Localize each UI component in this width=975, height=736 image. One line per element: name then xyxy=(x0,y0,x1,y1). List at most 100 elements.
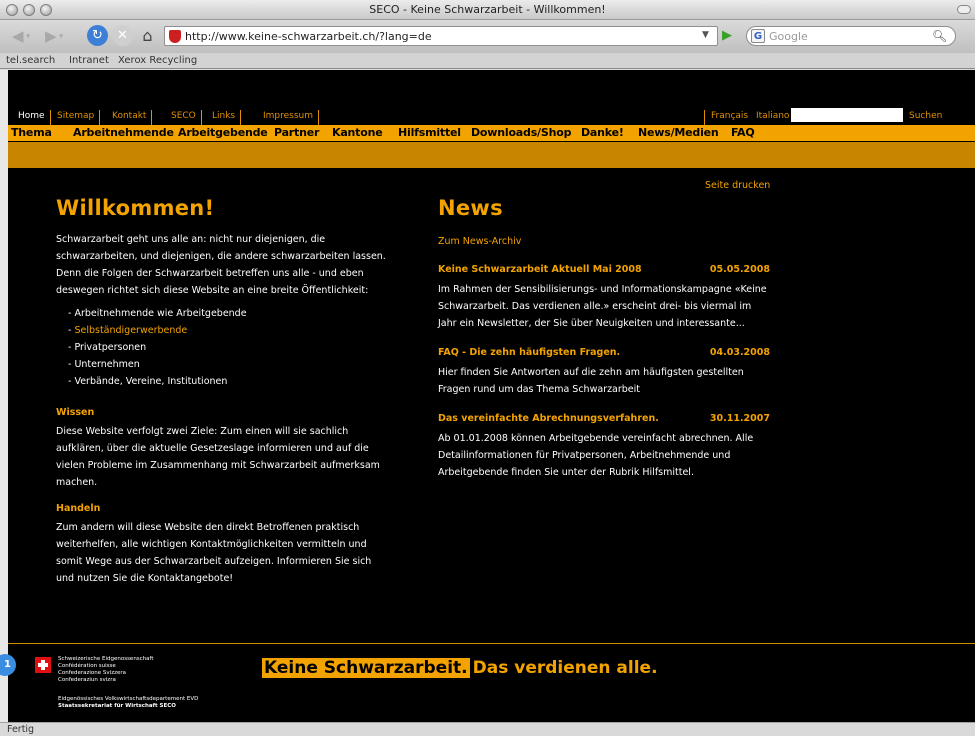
handeln-line: somit Wege aus der Schwarzarbeit aufzeig… xyxy=(56,556,372,567)
list-item[interactable]: Selbständigerwerbende xyxy=(68,322,247,339)
toolbar-toggle-button[interactable] xyxy=(957,5,971,14)
intro-line: Denn die Folgen der Schwarzarbeit betref… xyxy=(56,268,364,279)
language-french-link[interactable]: Français xyxy=(704,110,748,126)
print-page-link[interactable]: Seite drucken xyxy=(705,180,770,191)
department-name: Eidgenössisches Volkswirtschaftsdepartem… xyxy=(58,696,199,702)
browser-window: SECO - Keine Schwarzarbeit - Willkommen!… xyxy=(0,0,975,736)
list-item-label: Privatpersonen xyxy=(74,342,147,353)
nav-danke[interactable]: Danke! xyxy=(581,126,624,139)
handeln-line: Zum andern will diese Website den direkt… xyxy=(56,522,360,533)
news-archive-link[interactable]: Zum News-Archiv xyxy=(438,236,521,247)
list-item-label: Unternehmen xyxy=(74,359,140,370)
bookmark-tel-search[interactable]: tel.search xyxy=(6,55,55,66)
news-line: Im Rahmen der Sensibilisierungs- und Inf… xyxy=(438,284,767,295)
news-line: Jahr ein Newsletter, der Sie über Neuigk… xyxy=(438,318,745,329)
site-search-input[interactable] xyxy=(791,108,903,122)
nav-arbeitnehmende[interactable]: Arbeitnehmende xyxy=(73,126,174,139)
confederation-line: Confederaziun svizra xyxy=(58,677,116,683)
campaign-slogan: Keine Schwarzarbeit. Das verdienen alle. xyxy=(262,658,658,678)
topnav-seco[interactable]: SECO xyxy=(166,110,202,126)
news-line: Detailinformationen für Privatpersonen, … xyxy=(438,450,731,461)
home-icon: ⌂ xyxy=(142,26,153,45)
search-icon[interactable]: 🔍︎ xyxy=(932,29,947,43)
confederation-line: Confédération suisse xyxy=(58,663,116,669)
wissen-line: vielen Probleme im Zusammenhang mit Schw… xyxy=(56,460,380,471)
nav-downloads-shop[interactable]: Downloads/Shop xyxy=(471,126,571,139)
handeln-line: weiterhelfen, alle wichtigen Kontaktmögl… xyxy=(56,539,367,550)
news-item-header[interactable]: Das vereinfachte Abrechnungsverfahren. 3… xyxy=(438,413,770,430)
wissen-text: Diese Website verfolgt zwei Ziele: Zum e… xyxy=(56,423,406,491)
site-search-button[interactable]: Suchen xyxy=(909,110,942,122)
search-placeholder: Google xyxy=(769,30,808,43)
history-dropdown-icon[interactable]: ▼ xyxy=(702,30,709,40)
wissen-line: machen. xyxy=(56,477,98,488)
nav-hilfsmittel[interactable]: Hilfsmittel xyxy=(398,126,461,139)
list-item[interactable]: Unternehmen xyxy=(68,356,247,373)
handeln-heading: Handeln xyxy=(56,503,101,514)
nav-arbeitgebende[interactable]: Arbeitgebende xyxy=(178,126,268,139)
home-button[interactable]: ⌂ xyxy=(137,25,158,46)
news-item: FAQ - Die zehn häufigsten Fragen. 04.03.… xyxy=(438,347,770,398)
news-line: Hier finden Sie Antworten auf die zehn a… xyxy=(438,367,744,378)
swiss-cross-icon xyxy=(35,657,51,673)
stop-button[interactable]: ✕ xyxy=(112,25,133,46)
news-item-title[interactable]: Das vereinfachte Abrechnungsverfahren. xyxy=(438,413,659,424)
confederation-line: Schweizerische Eidgenossenschaft xyxy=(58,656,154,662)
nav-kantone[interactable]: Kantone xyxy=(332,126,383,139)
handeln-text: Zum andern will diese Website den direkt… xyxy=(56,519,406,587)
back-button[interactable]: ◀ ▾ xyxy=(12,26,30,46)
news-item-header[interactable]: FAQ - Die zehn häufigsten Fragen. 04.03.… xyxy=(438,347,770,364)
intro-line: Schwarzarbeit geht uns alle an: nicht nu… xyxy=(56,234,326,245)
welcome-intro: Schwarzarbeit geht uns alle an: nicht nu… xyxy=(56,231,406,299)
intro-line: deswegen richtet sich diese Website an e… xyxy=(56,285,369,296)
wissen-line: aufklären, über die aktuelle Gesetzeslag… xyxy=(56,443,369,454)
bookmarks-bar: tel.search Intranet Xerox Recycling xyxy=(0,53,975,69)
topnav-impressum[interactable]: Impressum xyxy=(258,110,320,126)
list-item-label: Selbständigerwerbende xyxy=(74,325,188,336)
reload-button[interactable]: ↻ xyxy=(87,25,108,46)
site-shield-icon xyxy=(169,30,181,43)
nav-partner[interactable]: Partner xyxy=(274,126,319,139)
nav-thema[interactable]: Thema xyxy=(11,126,52,139)
topnav-links[interactable]: Links xyxy=(207,110,242,126)
main-navigation: Thema Arbeitnehmende Arbeitgebende Partn… xyxy=(8,125,975,141)
footer-divider xyxy=(8,643,975,644)
wissen-heading: Wissen xyxy=(56,407,95,418)
title-bar: SECO - Keine Schwarzarbeit - Willkommen! xyxy=(0,0,975,20)
address-bar[interactable]: http://www.keine-schwarzarbeit.ch/?lang=… xyxy=(164,26,718,46)
list-item-label: Arbeitnehmende wie Arbeitgebende xyxy=(74,308,247,319)
chevron-down-icon: ▾ xyxy=(56,31,64,41)
go-button[interactable]: ▶ xyxy=(722,28,732,43)
list-item[interactable]: Verbände, Vereine, Institutionen xyxy=(68,373,247,390)
bookmark-xerox-recycling[interactable]: Xerox Recycling xyxy=(118,55,197,66)
news-item-body: Ab 01.01.2008 können Arbeitgebende verei… xyxy=(438,430,770,481)
chevron-down-icon: ▾ xyxy=(23,31,31,41)
topnav-kontakt[interactable]: Kontakt xyxy=(107,110,153,126)
bookmark-intranet[interactable]: Intranet xyxy=(69,55,109,66)
forward-arrow-icon: ▶ xyxy=(45,27,57,45)
stop-icon: ✕ xyxy=(117,28,128,43)
nav-faq[interactable]: FAQ xyxy=(731,126,755,139)
news-item-title[interactable]: Keine Schwarzarbeit Aktuell Mai 2008 xyxy=(438,264,642,275)
confederation-line: Confederazione Svizzera xyxy=(58,670,126,676)
language-italian-link[interactable]: Italiano xyxy=(756,110,789,122)
list-item[interactable]: Privatpersonen xyxy=(68,339,247,356)
news-item-header[interactable]: Keine Schwarzarbeit Aktuell Mai 2008 05.… xyxy=(438,264,770,281)
list-item-label: Verbände, Vereine, Institutionen xyxy=(74,376,228,387)
news-line: Arbeitgebende finden Sie unter der Rubri… xyxy=(438,467,694,478)
news-line: Schwarzarbeit. Das verdienen alle.» ersc… xyxy=(438,301,752,312)
nav-news-medien[interactable]: News/Medien xyxy=(638,126,719,139)
handeln-line: und nutzen Sie die Kontaktangebote! xyxy=(56,573,234,584)
forward-button[interactable]: ▶ ▾ xyxy=(45,26,63,46)
search-input[interactable]: G Google xyxy=(746,26,956,46)
news-item-date: 04.03.2008 xyxy=(709,347,770,358)
topnav-sitemap[interactable]: Sitemap xyxy=(52,110,101,126)
audience-list: Arbeitnehmende wie Arbeitgebende Selbstä… xyxy=(68,305,247,390)
list-item[interactable]: Arbeitnehmende wie Arbeitgebende xyxy=(68,305,247,322)
news-item-title[interactable]: FAQ - Die zehn häufigsten Fragen. xyxy=(438,347,620,358)
topnav-home[interactable]: Home xyxy=(13,110,51,126)
secretariat-name: Staatssekretariat für Wirtschaft SECO xyxy=(58,703,176,709)
google-engine-icon[interactable]: G xyxy=(751,29,765,43)
wissen-line: Diese Website verfolgt zwei Ziele: Zum e… xyxy=(56,426,349,437)
page-scrollbar[interactable] xyxy=(0,70,8,722)
